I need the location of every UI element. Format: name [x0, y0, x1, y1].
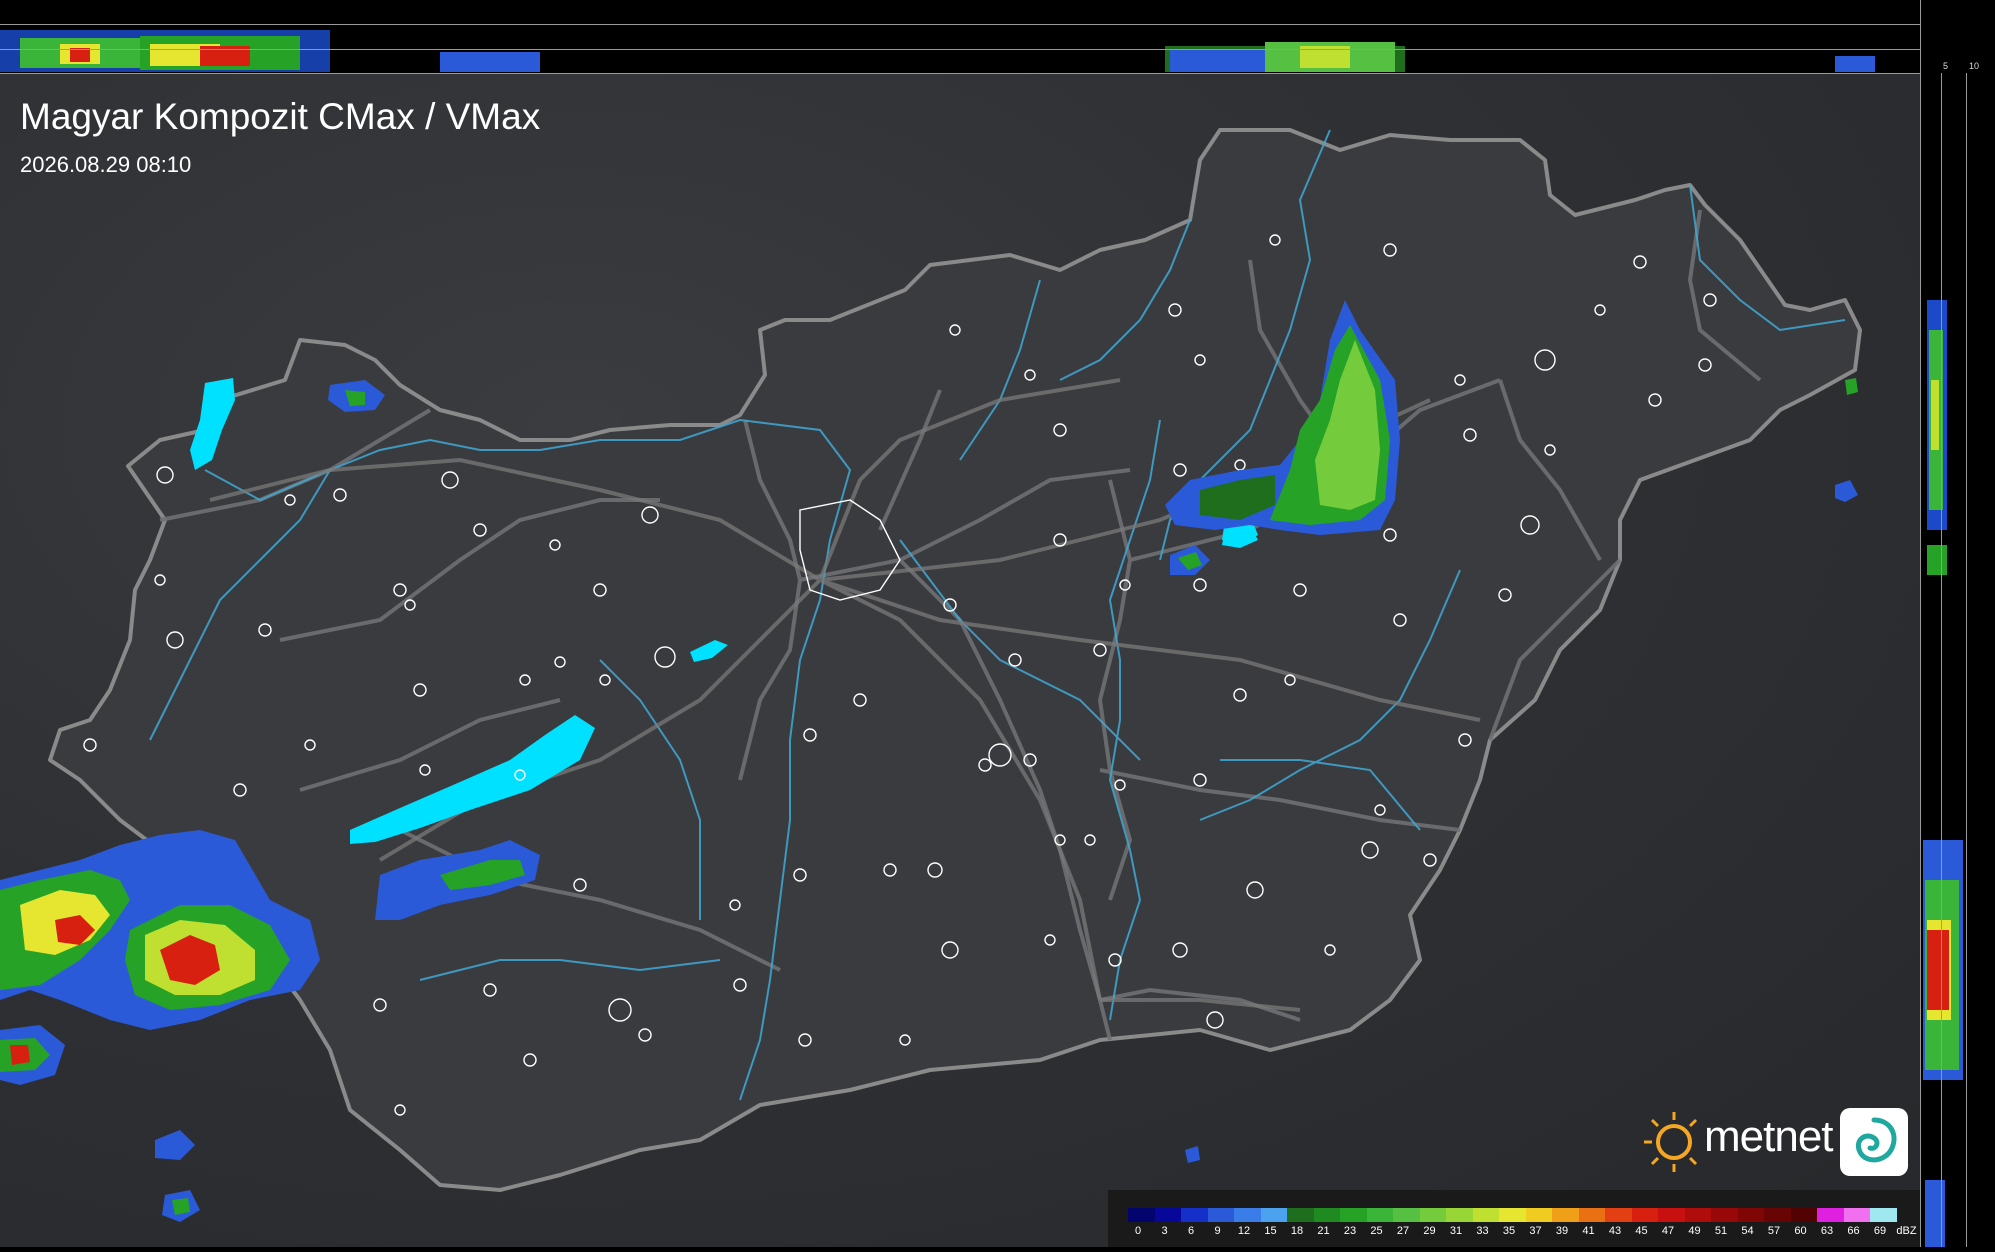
profile-tick: 5 [1943, 61, 1949, 71]
metnet-logo: metnet [1634, 1104, 1912, 1180]
legend-label: 35 [1502, 1225, 1516, 1237]
legend-label: 43 [1608, 1225, 1622, 1237]
side-profile-echoes [1923, 300, 1963, 1247]
legend-swatch [1817, 1208, 1844, 1222]
legend-label: 47 [1661, 1225, 1675, 1237]
legend-swatch [1260, 1208, 1287, 1222]
side-profile-strip: 5 10 [1920, 0, 1995, 1247]
map-canvas [0, 128, 1862, 1222]
brand-name: metnet [1704, 1112, 1834, 1161]
legend-swatch [1631, 1208, 1658, 1222]
legend-swatch [1737, 1208, 1764, 1222]
legend-swatch [1446, 1208, 1473, 1222]
profile-gridline [1941, 73, 1942, 1247]
legend-swatch [1552, 1208, 1579, 1222]
top-profile-echoes [0, 30, 1875, 72]
legend-label: 39 [1555, 1225, 1569, 1237]
legend-label: 25 [1370, 1225, 1383, 1237]
legend-label: 18 [1290, 1225, 1304, 1237]
legend-swatch [1340, 1208, 1367, 1222]
legend-label: 57 [1767, 1225, 1781, 1237]
legend-unit: dBZ [1896, 1225, 1917, 1237]
top-profile-strip: 10 5 [0, 0, 1935, 74]
dbz-legend: 0 3 6 9 12 15 18 21 23 25 27 29 31 33 35 37 39 41 43 45 47 49… [1108, 1190, 1920, 1247]
profile-tick: 10 [1969, 61, 1980, 71]
legend-label: 29 [1423, 1225, 1436, 1237]
legend-swatch [1711, 1208, 1738, 1222]
legend-label: 60 [1794, 1225, 1807, 1237]
legend-label: 66 [1847, 1225, 1860, 1237]
country-border [48, 128, 1862, 1192]
legend-swatch [1499, 1208, 1526, 1222]
legend-label: 6 [1187, 1225, 1195, 1237]
legend-swatch [1472, 1208, 1499, 1222]
legend-color-bar [1128, 1208, 1897, 1222]
legend-label: 63 [1820, 1225, 1834, 1237]
legend-label: 49 [1688, 1225, 1701, 1237]
legend-swatch [1366, 1208, 1393, 1222]
legend-label: 31 [1449, 1225, 1463, 1237]
legend-swatch [1128, 1208, 1155, 1222]
legend-label: 3 [1161, 1225, 1168, 1237]
legend-swatch [1764, 1208, 1791, 1222]
legend-swatch [1393, 1208, 1420, 1222]
legend-label: 37 [1529, 1225, 1542, 1237]
legend-label: 41 [1582, 1225, 1595, 1237]
legend-label: 69 [1873, 1225, 1887, 1237]
profile-gridline [0, 24, 1920, 25]
timestamp: 2026.08.29 08:10 [20, 152, 192, 177]
legend-label: 27 [1396, 1225, 1410, 1237]
legend-swatch [1154, 1208, 1181, 1222]
profile-gridline [0, 49, 1920, 50]
legend-swatch [1605, 1208, 1632, 1222]
legend-swatch [1234, 1208, 1261, 1222]
legend-swatch [1684, 1208, 1711, 1222]
legend-label: 54 [1741, 1225, 1754, 1237]
legend-swatch [1870, 1208, 1897, 1222]
legend-swatch [1790, 1208, 1817, 1222]
legend-swatch [1419, 1208, 1446, 1222]
legend-swatch [1181, 1208, 1208, 1222]
legend-label: 51 [1714, 1225, 1728, 1237]
radar-map[interactable] [0, 74, 1920, 1247]
sun-icon [1644, 1112, 1698, 1172]
legend-label: 21 [1317, 1225, 1330, 1237]
legend-label: 33 [1476, 1225, 1489, 1237]
profile-gridline [1966, 73, 1967, 1247]
legend-label: 9 [1214, 1225, 1221, 1237]
legend-swatch [1658, 1208, 1685, 1222]
legend-label: 15 [1264, 1225, 1277, 1237]
legend-swatch [1843, 1208, 1870, 1222]
swirl-icon [1840, 1108, 1908, 1176]
page-title: Magyar Kompozit CMax / VMax [20, 96, 541, 137]
legend-swatch [1207, 1208, 1234, 1222]
legend-swatch [1525, 1208, 1552, 1222]
legend-swatch [1287, 1208, 1314, 1222]
legend-label: 45 [1635, 1225, 1648, 1237]
legend-label: 0 [1134, 1225, 1142, 1237]
legend-label: 23 [1343, 1225, 1357, 1237]
legend-swatch [1578, 1208, 1605, 1222]
legend-swatch [1313, 1208, 1340, 1222]
legend-label: 12 [1237, 1225, 1251, 1237]
